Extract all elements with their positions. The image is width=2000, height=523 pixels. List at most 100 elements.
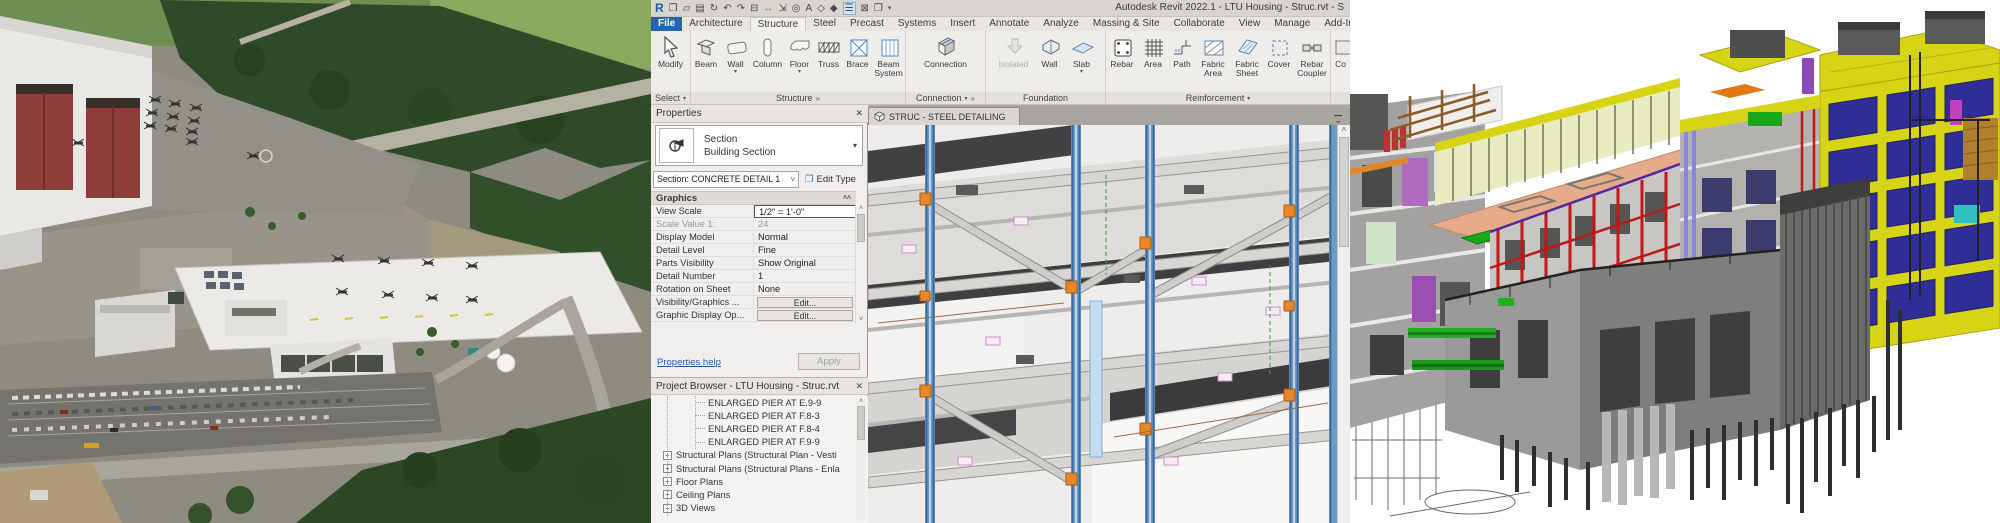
scroll-thumb[interactable]	[857, 406, 865, 440]
apply-button[interactable]: Apply	[798, 353, 860, 370]
close-hidden-icon[interactable]: ⊠	[861, 3, 869, 14]
panel-collapse-icon[interactable]: ⌄	[1334, 115, 1342, 125]
sync-icon[interactable]: ↻	[710, 3, 718, 14]
tab-collaborate[interactable]: Collaborate	[1167, 17, 1232, 31]
save-icon[interactable]: ▤	[695, 3, 704, 14]
tab-systems[interactable]: Systems	[891, 17, 943, 31]
scroll-up-icon[interactable]: ˄	[856, 205, 866, 212]
tab-massing-site[interactable]: Massing & Site	[1086, 17, 1167, 31]
tab-architecture[interactable]: Architecture	[682, 17, 749, 31]
floor-dropdown-icon[interactable]: ▾	[798, 69, 801, 75]
rebar-tool[interactable]: Rebar	[1106, 33, 1138, 69]
area-tool[interactable]: Area	[1138, 33, 1168, 69]
panel-connection[interactable]: Connection▾»	[906, 92, 986, 104]
revit-window: R ❐ ▱ ▤ ↻ ↶ ↷ ⊟ ↔ ⇲ ◎ A ◇ ◆ ☰ ⊠ ❒ ▾ Auto…	[651, 0, 1350, 523]
scroll-down-icon[interactable]: ˅	[856, 316, 866, 323]
rebar-coupler-tool[interactable]: Rebar Coupler	[1294, 33, 1330, 78]
open-icon[interactable]: ▱	[683, 3, 691, 14]
view-scrollbar[interactable]: ˄	[1337, 125, 1350, 523]
type-category: Section	[704, 133, 776, 146]
undo-icon[interactable]: ↶	[723, 3, 731, 14]
scroll-up-icon[interactable]: ˄	[1338, 125, 1350, 134]
view-tab-steel-detailing[interactable]: STRUC - STEEL DETAILING	[868, 107, 1020, 125]
chevron-down-icon[interactable]: ▾	[853, 141, 857, 150]
tree-item-enlarged-pier[interactable]: ENLARGED PIER AT F.8-3	[651, 409, 868, 422]
tab-steel[interactable]: Steel	[806, 17, 843, 31]
graphics-group-header[interactable]: Graphics ˄˄	[651, 191, 856, 205]
redo-icon[interactable]: ↷	[737, 3, 745, 14]
tag-icon[interactable]: ◎	[792, 3, 801, 14]
brace-tool[interactable]: Brace	[843, 33, 872, 69]
tab-structure[interactable]: Structure	[750, 17, 807, 31]
type-selector[interactable]: Section Building Section ▾	[655, 125, 863, 166]
truss-tool[interactable]: Truss	[814, 33, 843, 69]
panel-foundation[interactable]: Foundation	[986, 92, 1106, 104]
tree-item-floor-plans[interactable]: +Floor Plans	[651, 475, 868, 488]
customize-icon[interactable]: ▾	[888, 4, 892, 12]
visibility-graphics-edit-button[interactable]: Edit...	[757, 297, 853, 308]
dialog-launcher-icon[interactable]: »	[816, 94, 820, 103]
floor-tool[interactable]: Floor ▾	[785, 33, 814, 75]
tree-item-enlarged-pier[interactable]: ENLARGED PIER AT F.8-4	[651, 422, 868, 435]
property-row: Detail Number1	[651, 270, 856, 283]
tab-precast[interactable]: Precast	[843, 17, 891, 31]
scroll-up-icon[interactable]: ˄	[856, 398, 866, 405]
type-combo[interactable]: Section: CONCRETE DETAIL 1 ˅	[653, 171, 799, 188]
default-3d-view-icon[interactable]: ◇	[817, 3, 825, 14]
properties-help-link[interactable]: Properties help	[657, 357, 721, 368]
cover-tool[interactable]: Cover	[1264, 33, 1294, 69]
fabric-sheet-tool[interactable]: Fabric Sheet	[1230, 33, 1264, 78]
measure-icon[interactable]: ↔	[763, 3, 773, 14]
revit-logo[interactable]: R	[655, 2, 664, 14]
clipped-tool[interactable]: Co	[1331, 33, 1350, 69]
fabric-area-tool[interactable]: Fabric Area	[1196, 33, 1230, 78]
tab-analyze[interactable]: Analyze	[1036, 17, 1086, 31]
view-scale-value[interactable]: 1/2" = 1'-0"	[754, 205, 856, 218]
tree-item-enlarged-pier[interactable]: ENLARGED PIER AT F.9-9	[651, 436, 868, 449]
panel-select[interactable]: Select▾	[651, 92, 691, 104]
tab-view[interactable]: View	[1232, 17, 1268, 31]
graphic-display-edit-button[interactable]: Edit...	[757, 310, 853, 321]
beam-tool[interactable]: Beam	[691, 33, 721, 69]
drawing-canvas[interactable]	[868, 125, 1337, 523]
tree-item-structural-plans[interactable]: +Structural Plans (Structural Plan - Ves…	[651, 449, 868, 462]
column-tool[interactable]: Column	[750, 33, 785, 69]
dialog-launcher-icon[interactable]: »	[971, 94, 975, 103]
scroll-thumb[interactable]	[1339, 137, 1349, 247]
tab-manage[interactable]: Manage	[1267, 17, 1317, 31]
properties-scrollbar[interactable]: ˄ ˅	[855, 205, 866, 323]
ribbon-tab-bar: File Architecture Structure Steel Precas…	[651, 17, 1350, 31]
tree-item-structural-plans[interactable]: +Structural Plans (Structural Plans - En…	[651, 462, 868, 475]
text-icon[interactable]: A	[805, 3, 812, 14]
tree-item-enlarged-pier[interactable]: ENLARGED PIER AT E.9-9	[651, 396, 868, 409]
path-tool[interactable]: Path	[1168, 33, 1196, 69]
scroll-thumb[interactable]	[857, 214, 865, 242]
wall-tool[interactable]: Wall ▾	[721, 33, 750, 75]
file-tabs-icon[interactable]: ❐	[669, 3, 678, 14]
slab-dropdown-icon[interactable]: ▾	[1080, 69, 1083, 75]
tab-add-ins[interactable]: Add-Ins	[1317, 17, 1350, 31]
tab-insert[interactable]: Insert	[943, 17, 982, 31]
aligned-dimension-icon[interactable]: ⇲	[778, 3, 786, 14]
tab-annotate[interactable]: Annotate	[982, 17, 1036, 31]
wall-dropdown-icon[interactable]: ▾	[734, 69, 737, 75]
tree-item-3d-views[interactable]: −3D Views	[651, 502, 868, 515]
beam-system-tool[interactable]: Beam System	[872, 33, 905, 78]
section-icon[interactable]: ◆	[830, 3, 838, 14]
edit-type-button[interactable]: ❐ Edit Type	[805, 174, 856, 185]
switch-windows-icon[interactable]: ❒	[874, 3, 883, 14]
collapse-group-icon[interactable]: ˄˄	[843, 195, 851, 202]
panel-structure[interactable]: Structure»	[691, 92, 906, 104]
print-icon[interactable]: ⊟	[750, 3, 758, 14]
close-icon[interactable]: ✕	[855, 108, 863, 119]
browser-scrollbar[interactable]: ˄	[856, 398, 866, 521]
tab-file[interactable]: File	[651, 17, 682, 31]
panel-reinforcement[interactable]: Reinforcement▾	[1106, 92, 1331, 104]
connection-tool[interactable]: Connection	[916, 33, 976, 69]
visibility-icon[interactable]: ☰	[843, 2, 856, 15]
slab-tool[interactable]: Slab ▾	[1066, 33, 1098, 75]
close-icon[interactable]: ✕	[855, 381, 863, 392]
tree-item-ceiling-plans[interactable]: +Ceiling Plans	[651, 488, 868, 501]
modify-tool[interactable]: Modify	[658, 33, 683, 69]
foundation-wall-tool[interactable]: Wall	[1034, 33, 1066, 69]
